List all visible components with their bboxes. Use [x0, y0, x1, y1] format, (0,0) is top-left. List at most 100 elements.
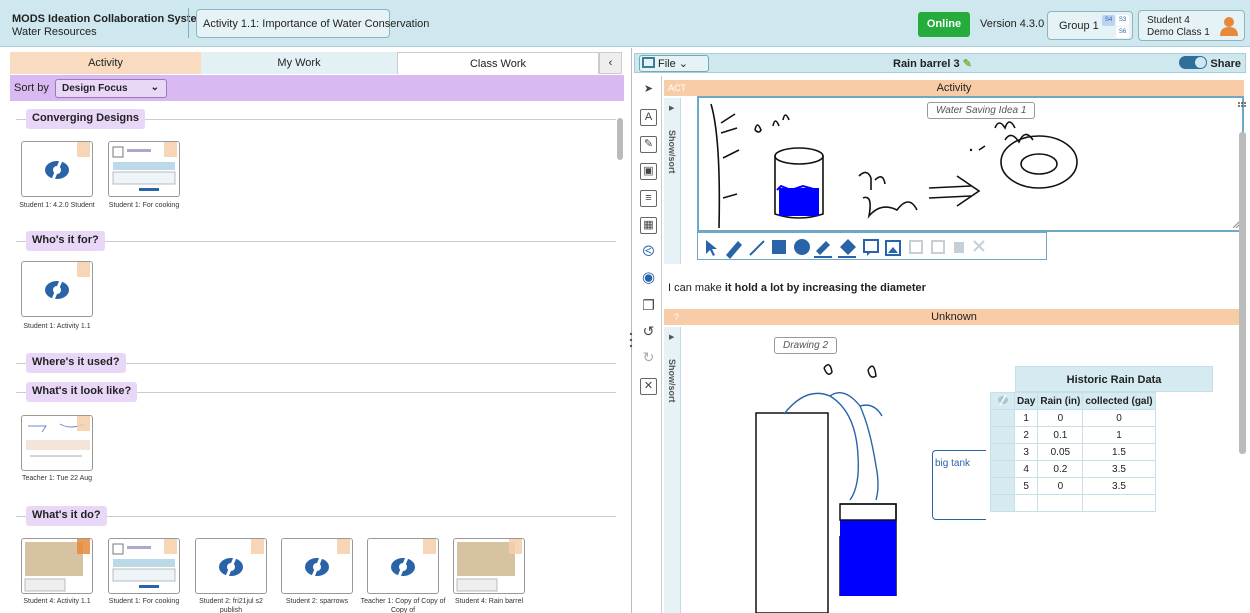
drawing-title-label[interactable]: Drawing 2	[774, 337, 838, 354]
comment-icon[interactable]	[863, 239, 879, 256]
delete-icon[interactable]: ✕	[640, 378, 657, 395]
bookmark-icon[interactable]	[77, 416, 90, 431]
text-tile[interactable]: I can make it hold a lot by increasing t…	[668, 282, 926, 294]
table-cell[interactable]: 1.5	[1082, 443, 1156, 461]
collapse-panel-button[interactable]: ‹	[599, 52, 622, 74]
bookmark-icon[interactable]	[251, 539, 264, 554]
copy-icon[interactable]	[954, 242, 964, 253]
work-thumbnail[interactable]	[281, 538, 353, 594]
bookmark-icon[interactable]	[509, 539, 522, 554]
table-cell[interactable]: 0.2	[1037, 460, 1084, 478]
pencil-edit-icon[interactable]: ✎	[963, 58, 972, 70]
duplicate-icon[interactable]: ❐	[640, 298, 657, 315]
row-header[interactable]	[990, 443, 1015, 461]
select-tool-icon[interactable]	[706, 240, 717, 256]
ungroup-icon[interactable]	[931, 240, 945, 254]
work-thumbnail[interactable]	[21, 415, 93, 471]
table-header[interactable]: collected (gal)	[1082, 392, 1156, 410]
row-header[interactable]	[990, 409, 1015, 427]
work-thumbnail[interactable]	[367, 538, 439, 594]
right-scrollbar[interactable]	[1238, 132, 1246, 602]
text-tool-icon[interactable]: A	[640, 109, 657, 126]
bookmark-icon[interactable]	[77, 142, 90, 157]
upload-image-icon[interactable]	[885, 240, 901, 256]
row-header[interactable]	[990, 494, 1015, 512]
row-header[interactable]	[990, 477, 1015, 495]
activity-title-button[interactable]: Activity 1.1: Importance of Water Conser…	[196, 9, 429, 38]
table-cell[interactable]: 0.05	[1037, 443, 1084, 461]
table-header[interactable]: Rain (in)	[1037, 392, 1084, 410]
sketch-canvas[interactable]	[699, 98, 1242, 230]
group-button[interactable]: Group 1 S4 S3 S6	[1047, 11, 1133, 40]
bookmark-icon[interactable]	[337, 539, 350, 554]
row-header[interactable]	[990, 426, 1015, 444]
bookmark-icon[interactable]	[77, 262, 90, 277]
bookmark-icon[interactable]	[77, 539, 90, 554]
tab-activity[interactable]: Activity	[10, 52, 201, 74]
work-thumbnail[interactable]	[21, 538, 93, 594]
line-tool-icon[interactable]	[749, 240, 765, 256]
text-block-tool-icon[interactable]: ≡	[640, 190, 657, 207]
scrollbar-thumb[interactable]	[1239, 132, 1246, 454]
bookmark-icon[interactable]	[164, 142, 177, 157]
table-cell[interactable]: 0	[1037, 409, 1084, 427]
table-cell[interactable]: 0	[1082, 409, 1156, 427]
work-thumbnail[interactable]	[21, 141, 93, 197]
tab-class-work[interactable]: Class Work	[397, 52, 599, 74]
table-tool-icon[interactable]: ▦	[640, 217, 657, 234]
user-menu-button[interactable]: Student 4 Demo Class 1	[1138, 10, 1245, 41]
image-tool-icon[interactable]: ▣	[640, 163, 657, 180]
table-cell[interactable]: 2	[1013, 426, 1039, 444]
undo-icon[interactable]: ↺	[640, 324, 657, 341]
show-sort-panel[interactable]: ▶ Show/sort	[664, 327, 681, 613]
drawing-tool-icon[interactable]: ✎	[640, 136, 657, 153]
fill-color-icon[interactable]	[838, 239, 856, 258]
table-cell[interactable]	[1037, 494, 1084, 512]
drawing-tile[interactable]: Water Saving Idea 1	[697, 96, 1246, 232]
expand-arrow-icon[interactable]: ▶	[669, 104, 674, 112]
expand-arrow-icon[interactable]: ▶	[669, 333, 674, 341]
scrollbar-thumb[interactable]	[617, 118, 623, 160]
group-icon[interactable]	[909, 240, 923, 254]
hidden-eye-icon[interactable]	[997, 394, 1009, 405]
table-cell[interactable]	[1013, 494, 1039, 512]
work-thumbnail[interactable]	[21, 261, 93, 317]
work-thumbnail[interactable]	[453, 538, 525, 594]
left-scrollbar[interactable]	[616, 114, 624, 613]
work-thumbnail[interactable]	[108, 538, 180, 594]
rectangle-tool-icon[interactable]	[772, 240, 786, 254]
show-sort-panel[interactable]: ▶ Show/sort	[664, 98, 681, 264]
select-pointer-icon[interactable]: ➤	[640, 82, 657, 99]
toggle-switch[interactable]	[1179, 56, 1208, 69]
sort-select[interactable]: Design Focus ⌄	[55, 79, 167, 98]
table-cell[interactable]: 3	[1013, 443, 1039, 461]
bookmark-icon[interactable]	[423, 539, 436, 554]
file-menu-button[interactable]: File ⌄	[639, 55, 709, 72]
hide-column-cell[interactable]	[990, 392, 1015, 410]
table-cell[interactable]: 3.5	[1082, 477, 1156, 495]
work-thumbnail[interactable]	[195, 538, 267, 594]
redo-icon[interactable]: ↻	[640, 350, 657, 367]
view-link-icon[interactable]: ◉	[640, 270, 657, 287]
table-cell[interactable]	[1082, 494, 1156, 512]
data-table[interactable]: Day Rain (in) collected (gal) 100 2 0.1 1 …	[990, 392, 1156, 512]
row-header[interactable]	[990, 460, 1015, 478]
document-title[interactable]: Rain barrel 3 ✎	[893, 57, 972, 70]
table-cell[interactable]: 4	[1013, 460, 1039, 478]
tab-my-work[interactable]: My Work	[201, 52, 397, 74]
table-cell[interactable]: 1	[1013, 409, 1039, 427]
work-thumbnail[interactable]	[108, 141, 180, 197]
table-cell[interactable]: 5	[1013, 477, 1039, 495]
table-cell[interactable]: 0.1	[1037, 426, 1084, 444]
delete-shape-icon[interactable]	[973, 240, 985, 252]
pen-tool-icon[interactable]	[726, 241, 742, 259]
table-cell[interactable]: 3.5	[1082, 460, 1156, 478]
bookmark-icon[interactable]	[164, 539, 177, 554]
link-tile-icon[interactable]: ⧀	[640, 244, 657, 261]
ellipse-tool-icon[interactable]	[794, 239, 810, 255]
table-cell[interactable]: 0	[1037, 477, 1084, 495]
share-toggle[interactable]: Share	[1179, 56, 1241, 70]
stroke-color-icon[interactable]	[814, 241, 832, 258]
table-cell[interactable]: 1	[1082, 426, 1156, 444]
table-header[interactable]: Day	[1013, 392, 1039, 410]
